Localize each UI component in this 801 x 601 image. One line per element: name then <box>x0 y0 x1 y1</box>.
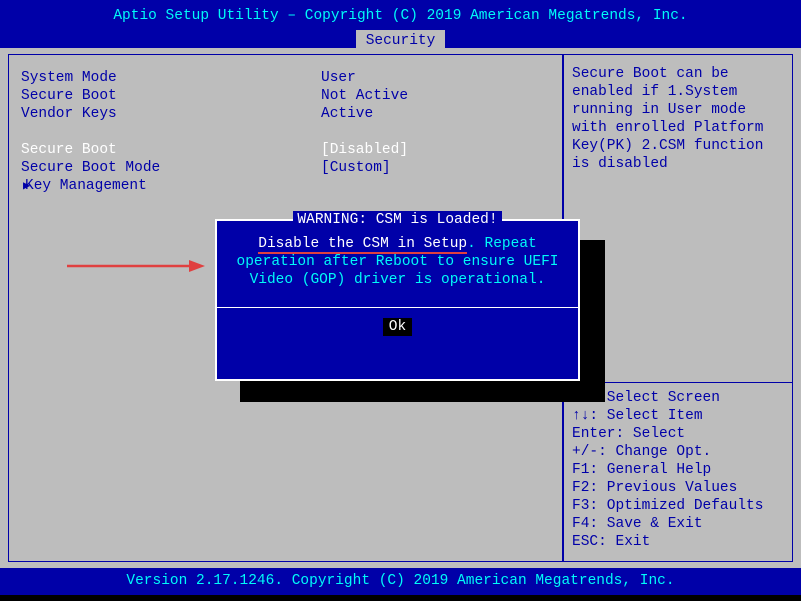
secure-boot-setting-row[interactable]: Secure Boot [Disabled] <box>21 141 550 159</box>
secure-boot-setting-label: Secure Boot <box>21 141 321 159</box>
footer: Version 2.17.1246. Copyright (C) 2019 Am… <box>0 568 801 595</box>
vendor-keys-label: Vendor Keys <box>21 105 321 123</box>
help-text: Secure Boot can be enabled if 1.System r… <box>572 65 784 173</box>
secure-boot-mode-row[interactable]: Secure Boot Mode [Custom] <box>21 159 550 177</box>
vendor-keys-value: Active <box>321 105 373 123</box>
ok-button[interactable]: Ok <box>383 318 412 336</box>
secure-boot-setting-value: [Disabled] <box>321 141 408 159</box>
header-title: Aptio Setup Utility – Copyright (C) 2019… <box>0 5 801 25</box>
hint-change: +/-: Change Opt. <box>572 443 784 461</box>
warning-dialog: WARNING: CSM is Loaded! Disable the CSM … <box>215 219 580 381</box>
submenu-triangle-icon: ▶ <box>23 177 30 195</box>
key-management-row[interactable]: ▶ Key Management <box>21 177 550 195</box>
vendor-keys-row: Vendor Keys Active <box>21 105 550 123</box>
secure-boot-status-row: Secure Boot Not Active <box>21 87 550 105</box>
system-mode-label: System Mode <box>21 69 321 87</box>
hint-f3: F3: Optimized Defaults <box>572 497 784 515</box>
spacer <box>21 123 550 141</box>
hint-f4: F4: Save & Exit <box>572 515 784 533</box>
footer-text: Version 2.17.1246. Copyright (C) 2019 Am… <box>126 573 674 589</box>
secure-boot-mode-label: Secure Boot Mode <box>21 159 321 177</box>
secure-boot-status-value: Not Active <box>321 87 408 105</box>
dialog-body: Disable the CSM in Setup. Repeat operati… <box>217 229 578 299</box>
system-mode-row: System Mode User <box>21 69 550 87</box>
dialog-title: WARNING: CSM is Loaded! <box>293 211 501 229</box>
system-mode-value: User <box>321 69 356 87</box>
header: Aptio Setup Utility – Copyright (C) 2019… <box>0 0 801 48</box>
hint-enter: Enter: Select <box>572 425 784 443</box>
secure-boot-mode-value: [Custom] <box>321 159 391 177</box>
hint-select-item: ↑↓: Select Item <box>572 407 784 425</box>
hint-f1: F1: General Help <box>572 461 784 479</box>
dialog-highlight: Disable the CSM in Setup <box>258 236 467 254</box>
key-hints: →←: Select Screen ↑↓: Select Item Enter:… <box>564 382 792 551</box>
key-management-label: Key Management <box>21 177 321 195</box>
hint-f2: F2: Previous Values <box>572 479 784 497</box>
bios-screen: Aptio Setup Utility – Copyright (C) 2019… <box>0 0 801 601</box>
hint-esc: ESC: Exit <box>572 533 784 551</box>
secure-boot-status-label: Secure Boot <box>21 87 321 105</box>
